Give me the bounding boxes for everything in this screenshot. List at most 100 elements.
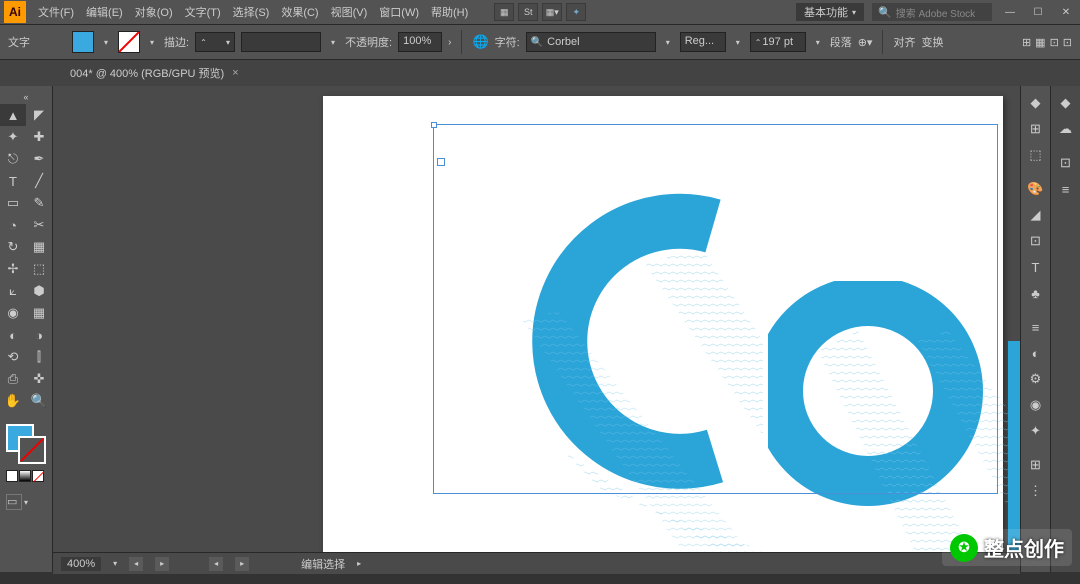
shape-builder-tool[interactable]: ⟀ [0,280,26,302]
line-tool[interactable]: ╱ [26,170,52,192]
hand-tool[interactable]: ✋ [0,390,26,412]
color-mode-none[interactable] [32,470,44,482]
direct-selection-tool[interactable]: ◤ [26,104,52,126]
type-tool[interactable]: T [0,170,26,192]
far-icon-a[interactable]: ⊡ [1052,150,1080,176]
canvas[interactable] [53,86,1020,572]
panel-swatches-icon[interactable]: ⊡ [1022,228,1050,254]
far-icon-cc[interactable]: ☁ [1052,116,1080,142]
stroke-color[interactable] [118,31,140,53]
rectangle-tool[interactable]: ▭ [0,192,26,214]
menu-edit[interactable]: 编辑(E) [80,0,129,24]
panel-colorguide-icon[interactable]: ◢ [1022,202,1050,228]
gpu-icon[interactable]: ✦ [566,3,586,21]
artboard-prev[interactable]: ◂ [209,557,223,571]
far-icon-properties[interactable]: ◆ [1052,90,1080,116]
panel-color-icon[interactable]: 🎨 [1022,176,1050,202]
artboard-next[interactable]: ▸ [235,557,249,571]
stock-icon[interactable]: St [518,3,538,21]
brush-input[interactable] [241,32,321,52]
menu-file[interactable]: 文件(F) [32,0,80,24]
transform-link[interactable]: 变换 [921,34,943,50]
mesh-tool[interactable]: ◉ [0,302,26,324]
curvature-tool[interactable]: ✒ [26,148,52,170]
menu-view[interactable]: 视图(V) [325,0,374,24]
close-button[interactable]: ✕ [1056,4,1076,20]
panel-type-icon[interactable]: T [1022,254,1050,280]
panel-properties-icon[interactable]: ◆ [1022,90,1050,116]
maximize-button[interactable]: ☐ [1028,4,1048,20]
misc-icon2[interactable]: ▦ [1035,36,1045,49]
align-link[interactable]: 对齐 [893,34,915,50]
minimize-button[interactable]: — [1000,4,1020,20]
stroke-swatch[interactable] [18,436,46,464]
panel-layers-icon[interactable]: ⊞ [1022,452,1050,478]
free-transform-tool[interactable]: ⬚ [26,258,52,280]
panel-artboards-icon[interactable]: ⬚ [1022,142,1050,168]
search-input[interactable]: 🔍搜索 Adobe Stock [872,3,992,21]
font-size-input[interactable]: ⌃197 pt [750,32,806,52]
panel-effects-icon[interactable]: ✦ [1022,418,1050,444]
paragraph-link[interactable]: 段落 [830,34,852,50]
magic-wand-tool[interactable]: ✦ [0,126,26,148]
lasso-tool[interactable]: ✚ [26,126,52,148]
eraser-tool[interactable]: ✂ [26,214,52,236]
color-mode-fill[interactable] [6,470,18,482]
panel-graphic-styles-icon[interactable]: ◉ [1022,392,1050,418]
rotate-tool[interactable]: ↻ [0,236,26,258]
panel-more-icon[interactable]: ⋮ [1022,478,1050,504]
menu-select[interactable]: 选择(S) [227,0,276,24]
opacity-arrow[interactable]: › [448,37,451,48]
menu-help[interactable]: 帮助(H) [425,0,474,24]
misc-icon1[interactable]: ⊞ [1022,36,1031,49]
zoom-tool[interactable]: 🔍 [26,390,52,412]
pen-tool[interactable]: ⎋ [0,148,26,170]
opacity-input[interactable]: 100% [398,32,442,52]
menu-type[interactable]: 文字(T) [179,0,227,24]
zoom-level[interactable]: 400% [61,557,101,571]
blend-tool[interactable]: ◑ [26,324,52,346]
eyedropper-tool[interactable]: ◐ [0,324,26,346]
gradient-tool[interactable]: ▦ [26,302,52,324]
panel-symbols-icon[interactable]: ♣ [1022,280,1050,306]
graph-tool[interactable]: ⫿ [26,346,52,368]
panel-stroke-icon[interactable]: ≡ [1022,314,1050,340]
menu-object[interactable]: 对象(O) [129,0,179,24]
close-tab-icon[interactable]: × [232,67,238,79]
menu-effect[interactable]: 效果(C) [275,0,324,24]
stroke-dropdown[interactable]: ▾ [146,38,158,47]
panel-appearance-icon[interactable]: ⚙ [1022,366,1050,392]
width-tool[interactable]: ✢ [0,258,26,280]
panel-libraries-icon[interactable]: ⊞ [1022,116,1050,142]
workspace-switcher[interactable]: 基本功能▾ [796,3,864,21]
perspective-tool[interactable]: ⬢ [26,280,52,302]
arrange-icon[interactable]: ▦▾ [542,3,562,21]
scale-tool[interactable]: ▦ [26,236,52,258]
symbol-tool[interactable]: ⟲ [0,346,26,368]
panel-handle[interactable]: « [0,90,52,104]
misc-icon4[interactable]: ⊡ [1063,36,1072,49]
selection-tool[interactable]: ▲ [0,104,26,126]
screen-mode[interactable]: ▭ [6,494,22,510]
stroke-weight-input[interactable]: ⌃▾ [195,32,235,52]
color-picker[interactable] [0,420,52,464]
font-family-input[interactable]: 🔍Corbel [526,32,656,52]
color-mode-gradient[interactable] [19,470,31,482]
far-icon-b[interactable]: ≡ [1052,176,1080,202]
globe-icon[interactable]: 🌐 [472,34,488,50]
document-tab[interactable]: 004* @ 400% (RGB/GPU 预览) × [60,60,249,86]
artboard-tool[interactable]: ⎙ [0,368,26,390]
font-style-input[interactable]: Reg... [680,32,726,52]
slice-tool[interactable]: ✜ [26,368,52,390]
paintbrush-tool[interactable]: ✎ [26,192,52,214]
selection-handle[interactable] [431,122,437,128]
scroll-right[interactable]: ▸ [155,557,169,571]
scroll-left[interactable]: ◂ [129,557,143,571]
fill-color[interactable] [72,31,94,53]
bridge-icon[interactable]: ▦ [494,3,514,21]
fill-dropdown[interactable]: ▾ [100,38,112,47]
menu-window[interactable]: 窗口(W) [373,0,425,24]
shaper-tool[interactable]: ◔ [0,214,26,236]
misc-icon3[interactable]: ⊡ [1050,36,1059,49]
panel-transparency-icon[interactable]: ◐ [1022,340,1050,366]
